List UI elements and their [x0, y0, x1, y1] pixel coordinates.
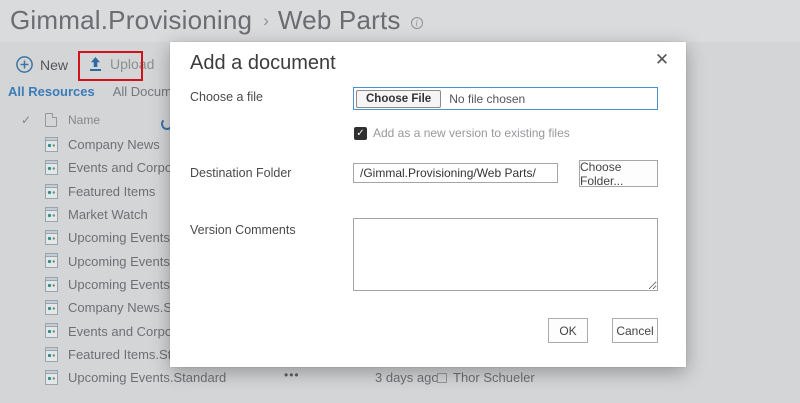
new-version-checkbox-label: Add as a new version to existing files	[373, 126, 570, 140]
webpart-file-icon	[45, 137, 58, 152]
document-name: Featured Items	[68, 184, 155, 199]
choose-folder-button[interactable]: Choose Folder...	[579, 160, 658, 187]
webpart-file-icon	[45, 370, 58, 385]
new-version-checkbox-row[interactable]: ✓ Add as a new version to existing files	[354, 126, 570, 140]
add-document-dialog: Add a document ✕ Choose a file Choose Fi…	[170, 42, 686, 367]
document-name: Upcoming Events.Standard	[68, 370, 226, 385]
view-tabs: All Resources All Documents	[8, 84, 197, 99]
destination-folder-input[interactable]	[353, 163, 558, 183]
chevron-right-icon: ›	[263, 9, 269, 31]
breadcrumb-site[interactable]: Gimmal.Provisioning	[10, 5, 252, 36]
new-button[interactable]: New	[16, 56, 68, 73]
webpart-file-icon	[45, 184, 58, 199]
name-column-header[interactable]: Name	[68, 113, 100, 127]
document-name: Market Watch	[68, 207, 148, 222]
breadcrumb: Gimmal.Provisioning › Web Parts i	[10, 2, 423, 38]
version-comments-label: Version Comments	[190, 223, 296, 237]
document-name: Company News	[68, 137, 160, 152]
webpart-file-icon	[45, 230, 58, 245]
destination-folder-label: Destination Folder	[190, 166, 291, 180]
new-button-label: New	[40, 57, 68, 73]
webpart-file-icon	[45, 347, 58, 362]
page-title: Web Parts	[278, 5, 401, 36]
close-icon[interactable]: ✕	[650, 48, 674, 72]
file-upload-input[interactable]: Choose File No file chosen	[353, 87, 658, 110]
webpart-file-icon	[45, 160, 58, 175]
choose-file-label: Choose a file	[190, 90, 263, 104]
info-icon[interactable]: i	[411, 17, 423, 29]
file-status-text: No file chosen	[449, 92, 525, 106]
plus-circle-icon	[16, 56, 33, 73]
webpart-file-icon	[45, 277, 58, 292]
tab-all-resources[interactable]: All Resources	[8, 84, 95, 99]
select-all-checkmark-icon[interactable]: ✓	[21, 113, 31, 127]
checked-checkbox-icon[interactable]: ✓	[354, 127, 367, 140]
choose-file-button[interactable]: Choose File	[356, 90, 441, 108]
version-comments-textarea[interactable]	[353, 218, 658, 291]
modified-date: 3 days ago	[375, 370, 439, 385]
ok-button[interactable]: OK	[548, 318, 588, 343]
webpart-file-icon	[45, 323, 58, 338]
webpart-file-icon	[45, 207, 58, 222]
cancel-button[interactable]: Cancel	[612, 318, 658, 343]
webpart-file-icon	[45, 300, 58, 315]
document-name: Upcoming Events 2	[68, 254, 181, 269]
upload-annotation-box	[78, 51, 143, 81]
modified-by: Thor Schueler	[453, 370, 535, 385]
row-ellipsis-menu[interactable]: •••	[284, 368, 300, 382]
document-name: Upcoming Events	[68, 230, 170, 245]
dialog-title: Add a document	[190, 52, 336, 75]
list-item[interactable]: Upcoming Events.Standard ••• 3 days ago …	[0, 366, 800, 389]
presence-checkbox-icon	[437, 373, 447, 383]
document-name: Upcoming Events 3	[68, 277, 181, 292]
webpart-file-icon	[45, 253, 58, 268]
document-type-column-icon	[45, 113, 57, 127]
